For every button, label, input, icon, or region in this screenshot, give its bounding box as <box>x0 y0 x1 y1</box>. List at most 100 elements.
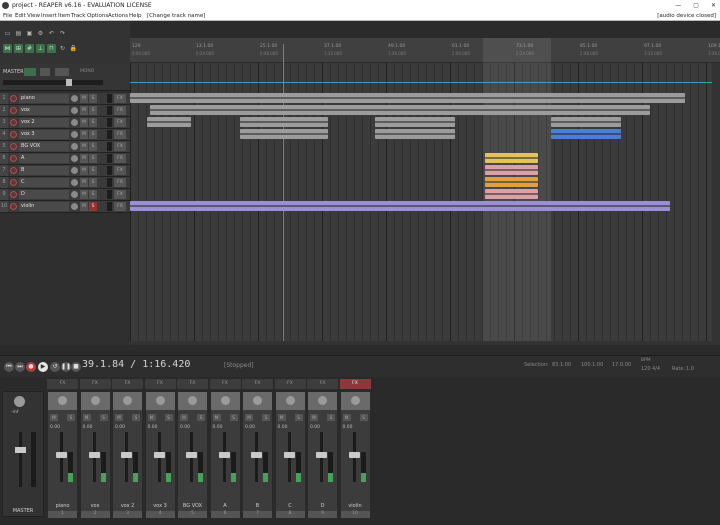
fx-button[interactable]: FX <box>114 94 126 103</box>
metronome-icon[interactable]: ⋈ <box>3 44 12 53</box>
track-name[interactable]: BG VOX <box>19 142 69 151</box>
loop-icon[interactable]: ↻ <box>58 44 67 53</box>
media-item[interactable] <box>375 129 455 139</box>
solo-button[interactable]: S <box>89 142 97 151</box>
grid-icon[interactable]: # <box>25 44 34 53</box>
mute-button[interactable]: M <box>80 202 88 211</box>
pan-knob[interactable] <box>350 396 360 405</box>
volume-knob[interactable] <box>71 143 78 150</box>
pause-button[interactable]: ❚❚ <box>61 362 71 372</box>
volume-fader-cap[interactable] <box>283 452 295 458</box>
menu-track[interactable]: Track <box>71 11 85 21</box>
pan-knob[interactable] <box>58 396 67 405</box>
media-item[interactable] <box>150 105 650 115</box>
mute-button[interactable]: M <box>50 414 58 421</box>
menu-help[interactable]: Help <box>129 11 142 21</box>
lock-icon[interactable]: 🔒 <box>69 44 78 53</box>
track-row[interactable]: 5 BG VOX M S FX <box>0 141 130 153</box>
mixer-strip-header[interactable]: FX <box>339 379 371 389</box>
menu-insert[interactable]: Insert <box>41 11 57 21</box>
solo-button[interactable]: S <box>359 414 368 421</box>
mute-button[interactable]: M <box>80 118 88 127</box>
solo-button[interactable]: S <box>99 414 108 421</box>
master-volume-slider[interactable] <box>3 80 103 85</box>
arrange-view[interactable]: 129 0:00.000 13.1.00 0:24.000 25.1.00 0:48.00… <box>130 38 720 345</box>
mute-button[interactable]: M <box>342 414 351 421</box>
repeat-button[interactable]: ↺ <box>50 362 60 372</box>
pan-knob[interactable] <box>90 396 100 405</box>
track-row[interactable]: 3 vox 2 M S FX <box>0 117 130 129</box>
strip-name[interactable]: B <box>243 502 272 511</box>
rate-value[interactable]: 1.0 <box>686 366 694 372</box>
solo-button[interactable]: S <box>89 166 97 175</box>
solo-button[interactable]: S <box>89 94 97 103</box>
track-name[interactable]: A <box>19 154 69 163</box>
solo-button[interactable]: S <box>262 414 270 421</box>
media-item[interactable] <box>240 117 328 127</box>
mute-button[interactable]: M <box>180 414 188 421</box>
mixer-strip-header[interactable]: FX <box>274 379 306 389</box>
pan-knob[interactable] <box>220 396 230 405</box>
strip-name[interactable]: D <box>308 502 337 511</box>
mute-button[interactable]: M <box>80 166 88 175</box>
track-row[interactable]: 9 D M S FX <box>0 189 130 201</box>
save-project-icon[interactable]: ▣ <box>25 29 34 38</box>
mute-button[interactable]: M <box>80 190 88 199</box>
master-env-button[interactable] <box>55 68 69 76</box>
mute-button[interactable]: M <box>82 414 91 421</box>
strip-name[interactable]: A <box>211 502 240 511</box>
solo-button[interactable]: S <box>89 154 97 163</box>
volume-knob[interactable] <box>71 179 78 186</box>
volume-fader-cap[interactable] <box>153 452 165 458</box>
media-item[interactable] <box>147 117 191 127</box>
track-name[interactable]: piano <box>19 94 69 103</box>
fx-button[interactable]: FX <box>114 142 126 151</box>
track-row[interactable]: 1 piano M S FX <box>0 93 130 105</box>
mixer-strip-header[interactable]: FX <box>209 379 241 389</box>
new-project-icon[interactable]: ▭ <box>3 29 12 38</box>
track-name[interactable]: B <box>19 166 69 175</box>
mixer-strip-header[interactable]: FX <box>112 379 143 389</box>
record-arm-button[interactable] <box>10 203 17 210</box>
volume-knob[interactable] <box>71 119 78 126</box>
track-row[interactable]: 4 vox 3 M S FX <box>0 129 130 141</box>
menu-actions[interactable]: Actions <box>108 11 128 21</box>
mute-button[interactable]: M <box>80 94 88 103</box>
mixer-strip-header[interactable]: FX <box>177 379 208 389</box>
mute-button[interactable]: M <box>277 414 286 421</box>
volume-fader-cap[interactable] <box>218 452 230 458</box>
undo-icon[interactable]: ↶ <box>47 29 56 38</box>
fx-button[interactable]: FX <box>114 106 126 115</box>
volume-fader-cap[interactable] <box>88 452 100 458</box>
volume-knob[interactable] <box>71 203 78 210</box>
go-to-end-button[interactable]: ⏭ <box>15 362 25 372</box>
fx-button[interactable]: FX <box>114 190 126 199</box>
track-name[interactable]: vox <box>19 106 69 115</box>
solo-button[interactable]: S <box>67 414 75 421</box>
volume-knob[interactable] <box>71 131 78 138</box>
volume-fader-cap[interactable] <box>251 452 262 458</box>
solo-button[interactable]: S <box>89 130 97 139</box>
record-arm-button[interactable] <box>10 131 17 138</box>
bpm-value[interactable]: 120 <box>641 366 651 372</box>
solo-button[interactable]: S <box>132 414 140 421</box>
media-item[interactable] <box>551 117 621 127</box>
selection-end[interactable]: 100.1.00 <box>581 362 603 368</box>
mute-button[interactable]: M <box>147 414 156 421</box>
solo-button[interactable]: S <box>197 414 205 421</box>
track-name[interactable]: D <box>19 190 69 199</box>
close-button[interactable]: ✕ <box>711 0 716 11</box>
media-item[interactable] <box>130 201 670 211</box>
master-route-button[interactable] <box>24 68 36 76</box>
snap-icon[interactable]: ⊥ <box>36 44 45 53</box>
go-to-start-button[interactable]: ⏮ <box>4 362 14 372</box>
pan-knob[interactable] <box>253 396 262 405</box>
solo-button[interactable]: S <box>229 414 238 421</box>
project-settings-icon[interactable]: ⚙ <box>36 29 45 38</box>
track-name[interactable]: vox 3 <box>19 130 69 139</box>
solo-button[interactable]: S <box>294 414 303 421</box>
pan-knob[interactable] <box>155 396 165 405</box>
strip-name[interactable]: piano <box>48 502 77 511</box>
volume-fader-cap[interactable] <box>316 452 327 458</box>
change-track-name[interactable]: [Change track name] <box>147 11 205 21</box>
